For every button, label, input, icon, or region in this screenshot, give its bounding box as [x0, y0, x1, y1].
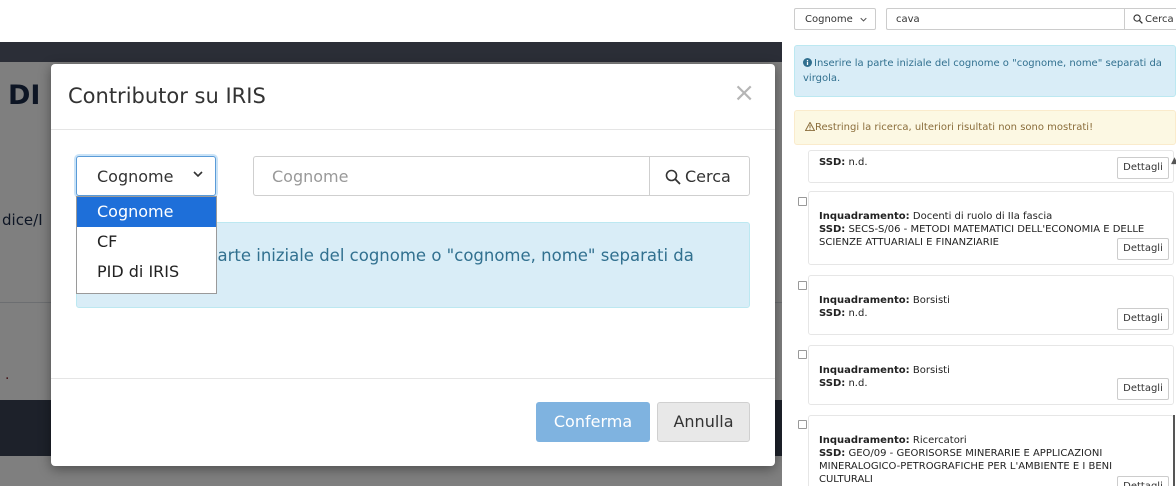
results-info-alert: Inserire la parte iniziale del cognome o… [794, 45, 1176, 97]
search-icon [665, 169, 681, 185]
results-search-button-label: Cerca [1145, 14, 1174, 25]
dropdown-option-pid[interactable]: PID di IRIS [77, 257, 216, 287]
result-card: Inquadramento: Borsisti SSD: n.d. Dettag… [808, 275, 1174, 335]
result-checkbox[interactable] [798, 281, 807, 290]
search-button[interactable]: Cerca [649, 156, 750, 196]
ssd-label: SSD: [819, 448, 846, 459]
results-info-text-content: Inserire la parte iniziale del cognome o… [803, 58, 1162, 84]
details-button[interactable]: Dettagli [1117, 157, 1169, 179]
results-search-input[interactable]: cava [886, 8, 1126, 30]
caret-up-icon: ▲ [1171, 156, 1176, 166]
result-checkbox[interactable] [798, 350, 807, 359]
results-warning-text: Restringi la ricerca, ulteriori risultat… [804, 121, 1094, 133]
ssd-label: SSD: [819, 224, 846, 235]
inquadramento-label: Inquadramento: [819, 295, 910, 306]
details-button[interactable]: Dettagli [1117, 238, 1169, 260]
confirm-button[interactable]: Conferma [536, 402, 650, 442]
result-ssd: n.d. [848, 308, 868, 319]
chevron-down-icon [860, 17, 867, 22]
results-search-button[interactable]: Cerca [1124, 8, 1176, 30]
chevron-down-icon [193, 171, 203, 178]
scrollbar[interactable] [1173, 415, 1175, 486]
inquadramento-label: Inquadramento: [819, 435, 910, 446]
details-button[interactable]: Dettagli [1117, 378, 1169, 400]
dropdown-option-cognome[interactable]: Cognome [77, 197, 216, 227]
result-card: Inquadramento: Ricercatori SSD: GEO/09 -… [808, 415, 1174, 486]
details-button[interactable]: Dettagli [1117, 308, 1169, 330]
results-search-field-value: Cognome [805, 14, 853, 25]
modal-title: Contributor su IRIS [68, 84, 266, 108]
search-input[interactable]: Cognome [253, 156, 651, 196]
result-inquadramento: Docenti di ruolo di IIa fascia [912, 211, 1053, 222]
results-info-text: Inserire la parte iniziale del cognome o… [803, 56, 1173, 86]
search-field-dropdown: Cognome CF PID di IRIS [76, 196, 217, 294]
result-card: SSD: n.d. Dettagli [808, 150, 1174, 183]
results-warning-alert: Restringi la ricerca, ulteriori risultat… [794, 110, 1176, 145]
result-ssd: n.d. [848, 157, 868, 168]
info-alert-text: parte iniziale del cognome o "cognome, n… [207, 246, 694, 265]
details-button[interactable]: Dettagli [1117, 476, 1169, 486]
cancel-button[interactable]: Annulla [657, 402, 750, 442]
inquadramento-label: Inquadramento: [819, 211, 910, 222]
result-checkbox[interactable] [798, 420, 807, 429]
result-inquadramento: Borsisti [912, 295, 950, 306]
warning-icon [804, 121, 816, 132]
modal-header: Contributor su IRIS × [51, 64, 775, 130]
close-icon[interactable]: × [733, 78, 755, 108]
search-input-placeholder: Cognome [272, 167, 349, 186]
result-checkbox[interactable] [798, 197, 807, 206]
result-ssd: GEO/09 - GEORISORSE MINERARIE E APPLICAZ… [819, 448, 1113, 485]
search-field-select[interactable]: Cognome [76, 156, 216, 196]
results-warning-text-content: Restringi la ricerca, ulteriori risultat… [815, 122, 1094, 133]
result-card: Inquadramento: Borsisti SSD: n.d. Dettag… [808, 345, 1174, 405]
result-inquadramento: Ricercatori [912, 435, 967, 446]
result-card: Inquadramento: Docenti di ruolo di IIa f… [808, 191, 1174, 265]
search-icon [1133, 14, 1143, 24]
result-ssd: n.d. [848, 378, 868, 389]
result-ssd: SECS-S/06 - METODI MATEMATICI DELL'ECONO… [819, 224, 1145, 248]
dropdown-option-cf[interactable]: CF [77, 227, 216, 257]
ssd-label: SSD: [819, 378, 846, 389]
search-field-select-value: Cognome [97, 167, 174, 186]
search-button-label: Cerca [685, 167, 731, 186]
contributor-modal: Contributor su IRIS × Cognome Cognome Ce… [51, 64, 775, 466]
results-search-input-value: cava [896, 14, 920, 25]
info-icon [803, 58, 812, 67]
modal-screenshot: DI dice/I . Contributor su IRIS × Cognom… [0, 0, 782, 486]
ssd-label: SSD: [819, 157, 846, 168]
ssd-label: SSD: [819, 308, 846, 319]
result-inquadramento: Borsisti [912, 365, 950, 376]
modal-footer-divider [51, 378, 775, 379]
inquadramento-label: Inquadramento: [819, 365, 910, 376]
results-search-field-select[interactable]: Cognome [794, 8, 876, 30]
results-panel: Cognome cava Cerca Inserire la parte ini… [782, 0, 1176, 486]
